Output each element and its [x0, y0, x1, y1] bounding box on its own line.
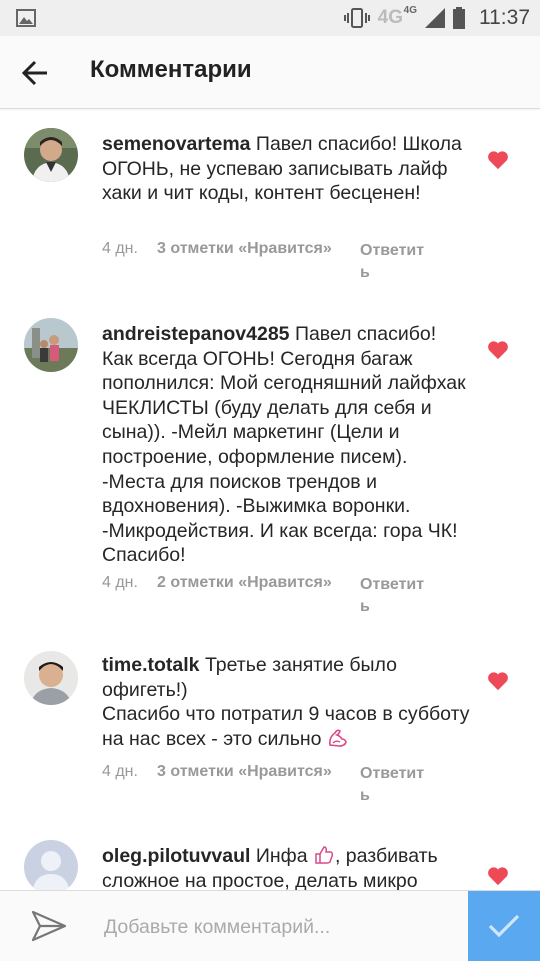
- comment-username[interactable]: oleg.pilotuvvaul: [102, 845, 250, 867]
- submit-comment-button[interactable]: [468, 891, 540, 961]
- comment-body: time.totalk Третье занятие было офигеть!…: [102, 653, 472, 751]
- comment-likes[interactable]: 2 отметки «Нравится»: [157, 574, 332, 592]
- reply-button[interactable]: Ответить: [360, 763, 432, 807]
- comment-input[interactable]: [102, 905, 456, 949]
- comment-time: 4 дн.: [102, 240, 138, 257]
- comment-body: semenovartema Павел спасибо! Школа ОГОНЬ…: [102, 132, 472, 206]
- avatar[interactable]: [24, 651, 78, 705]
- heart-icon[interactable]: [487, 340, 509, 360]
- network-type-small: 4G: [403, 5, 417, 16]
- comment-likes[interactable]: 3 отметки «Нравится»: [157, 240, 332, 258]
- back-button[interactable]: [14, 52, 56, 94]
- comments-list[interactable]: semenovartema Павел спасибо! Школа ОГОНЬ…: [0, 108, 540, 890]
- heart-icon[interactable]: [487, 866, 509, 886]
- arrow-left-icon: [21, 60, 47, 86]
- battery-icon: [453, 7, 465, 29]
- app-header: Комментарии: [0, 36, 540, 109]
- comment-time: 4 дн.: [102, 574, 138, 591]
- signal-icon: [425, 8, 445, 28]
- comment-username[interactable]: semenovartema: [102, 133, 251, 155]
- avatar[interactable]: [24, 318, 78, 372]
- vibrate-icon: [343, 8, 370, 28]
- avatar[interactable]: [24, 840, 78, 890]
- checkmark-icon: [488, 914, 520, 938]
- comment-username[interactable]: andreistepanov4285: [102, 323, 290, 345]
- comment-composer: [0, 890, 540, 961]
- page-title: Комментарии: [90, 56, 252, 83]
- heart-icon[interactable]: [487, 150, 509, 170]
- status-time: 11:37: [479, 6, 530, 29]
- reply-button[interactable]: Ответить: [360, 574, 432, 618]
- avatar[interactable]: [24, 128, 78, 182]
- comment-body: oleg.pilotuvvaul Инфа , разбивать сложно…: [102, 844, 472, 890]
- network-type: 4G 4G: [377, 5, 417, 28]
- comment-username[interactable]: time.totalk: [102, 654, 200, 676]
- status-bar: 4G 4G 11:37: [0, 0, 540, 36]
- paper-plane-icon[interactable]: [30, 908, 68, 944]
- thumbs-up-emoji: [315, 846, 334, 864]
- comment-likes[interactable]: 3 отметки «Нравится»: [157, 763, 332, 781]
- reply-button[interactable]: Ответить: [360, 240, 432, 284]
- flexed-biceps-emoji: [328, 729, 347, 747]
- comment-body: andreistepanov4285 Павел спасибо! Как вс…: [102, 322, 472, 568]
- comment-text: Павел спасибо! Как всегда ОГОНЬ! Сегодня…: [102, 323, 466, 567]
- comment-time: 4 дн.: [102, 763, 138, 780]
- comment-text: Инфа: [255, 845, 308, 867]
- comment-text-continued: Спасибо что потратил 9 часов в субботу н…: [102, 703, 470, 750]
- gallery-icon: [16, 9, 36, 27]
- heart-icon[interactable]: [487, 671, 509, 691]
